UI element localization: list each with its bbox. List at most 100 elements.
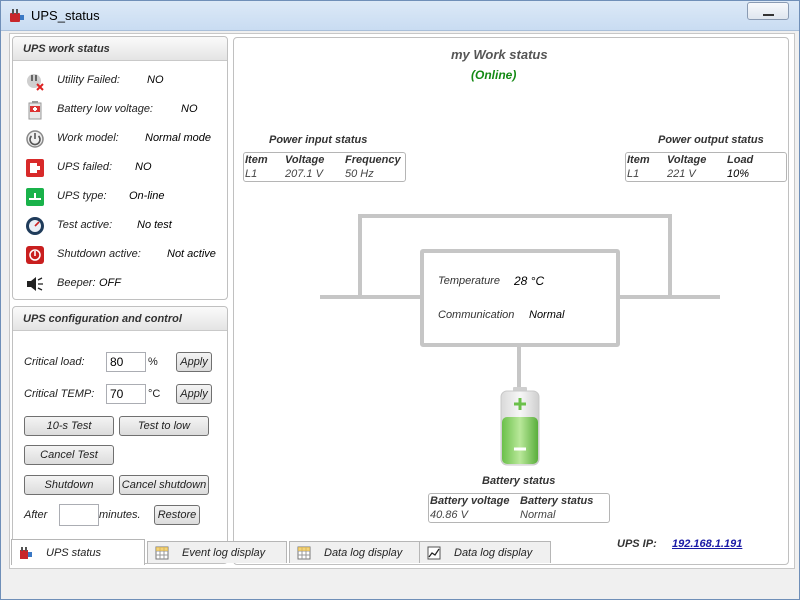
power-icon	[26, 130, 44, 148]
app-window: UPS_status UPS work status Utility Faile…	[0, 0, 800, 600]
shutdown-active-value: Not active	[167, 248, 216, 260]
battery-status-title: Battery status	[482, 475, 556, 487]
plug-icon	[27, 74, 44, 91]
ups-type-value: On-line	[129, 190, 165, 202]
power-input-table: Item Voltage Frequency L1 207.1 V 50 Hz	[243, 152, 406, 182]
ups-tab-icon	[20, 547, 32, 559]
tab-data-log-chart-label: Data log display	[454, 547, 533, 559]
output-cell-load: 10%	[727, 168, 750, 180]
config-header: UPS configuration and control	[13, 307, 227, 331]
status-test-active: Test active: No test	[25, 214, 225, 238]
power-output-title: Power output status	[658, 134, 764, 146]
battery-icon	[500, 387, 540, 466]
power-output-table: Item Voltage Load L1 221 V 10%	[625, 152, 787, 182]
online-status: (Online)	[471, 68, 517, 82]
input-header-item: Item	[245, 154, 268, 166]
input-header-voltage: Voltage	[285, 154, 325, 166]
ten-second-test-button[interactable]: 10-s Test	[24, 416, 114, 436]
ups-type-icon	[26, 188, 44, 206]
apply-load-button[interactable]: Apply	[176, 352, 212, 372]
battery-cell-status: Normal	[520, 509, 556, 521]
tab-bar: UPS status Event log display Data log di…	[11, 539, 791, 567]
communication-value: Normal	[529, 309, 565, 321]
battery-status-table: Battery voltage Battery status 40.86 V N…	[428, 493, 610, 523]
cancel-test-button[interactable]: Cancel Test	[24, 445, 114, 465]
battery-low-value: NO	[181, 103, 198, 115]
test-to-low-button[interactable]: Test to low	[119, 416, 209, 436]
work-status-header: UPS work status	[13, 37, 227, 61]
window-title: UPS_status	[31, 8, 100, 23]
critical-load-label: Critical load:	[24, 356, 85, 368]
utility-failed-value: NO	[147, 74, 164, 86]
tab-ups-status[interactable]: UPS status	[11, 539, 145, 565]
status-beeper: Beeper: OFF	[25, 272, 225, 296]
grid-icon	[297, 546, 311, 560]
speaker-icon	[27, 277, 43, 291]
main-title: my Work status	[451, 47, 548, 62]
status-ups-type: UPS type: On-line	[25, 185, 225, 209]
ups-type-label: UPS type:	[57, 190, 107, 202]
minutes-label: minutes.	[99, 509, 141, 521]
title-bar: UPS_status	[1, 1, 799, 31]
minimize-icon	[763, 14, 774, 16]
status-ups-failed: UPS failed: NO	[25, 156, 225, 180]
shutdown-icon	[26, 246, 44, 264]
flow-line-left	[320, 295, 420, 299]
work-model-value: Normal mode	[145, 132, 212, 144]
app-icon	[10, 9, 24, 22]
cancel-shutdown-button[interactable]: Cancel shutdown	[119, 475, 209, 495]
output-cell-voltage: 221 V	[667, 168, 696, 180]
critical-load-unit: %	[148, 356, 158, 368]
communication-label: Communication	[438, 309, 515, 321]
work-model-label: Work model:	[57, 132, 119, 144]
power-input-title: Power input status	[269, 134, 368, 146]
config-group: UPS configuration and control Critical l…	[12, 306, 228, 564]
critical-temp-label: Critical TEMP:	[24, 388, 95, 400]
tab-data-log-label: Data log display	[324, 547, 403, 559]
temperature-value: 28 °C	[514, 274, 545, 288]
after-label: After	[24, 509, 48, 521]
ups-failed-icon	[26, 159, 44, 177]
input-header-frequency: Frequency	[345, 154, 401, 166]
input-cell-item: L1	[245, 168, 258, 180]
utility-failed-label: Utility Failed:	[57, 74, 120, 86]
ups-failed-value: NO	[135, 161, 152, 173]
output-header-voltage: Voltage	[667, 154, 707, 166]
chart-icon	[427, 546, 441, 560]
critical-temp-unit: °C	[148, 388, 161, 400]
status-work-model: Work model: Normal mode	[25, 127, 225, 151]
output-cell-item: L1	[627, 168, 640, 180]
shutdown-minutes-input[interactable]	[59, 504, 99, 526]
shutdown-button[interactable]: Shutdown	[24, 475, 114, 495]
critical-temp-input[interactable]	[106, 384, 146, 404]
battery-cell-voltage: 40.86 V	[430, 509, 468, 521]
battery-low-label: Battery low voltage:	[57, 103, 153, 115]
tab-data-log-chart[interactable]: Data log display	[419, 541, 551, 563]
battery-header-voltage: Battery voltage	[430, 495, 510, 507]
tab-data-log[interactable]: Data log display	[289, 541, 421, 563]
shutdown-active-label: Shutdown active:	[57, 248, 141, 260]
output-header-item: Item	[627, 154, 650, 166]
restore-button[interactable]: Restore	[154, 505, 200, 525]
battery-header-status: Battery status	[520, 495, 594, 507]
gauge-icon	[26, 217, 44, 235]
bypass-line-right	[668, 214, 672, 297]
input-cell-voltage: 207.1 V	[285, 168, 323, 180]
status-shutdown-active: Shutdown active: Not active	[25, 243, 225, 267]
battery-line	[517, 347, 521, 389]
beeper-label: Beeper:	[57, 277, 96, 289]
minimize-button[interactable]	[747, 2, 789, 20]
beeper-value: OFF	[99, 277, 121, 289]
temperature-label: Temperature	[438, 275, 500, 287]
tab-event-log[interactable]: Event log display	[147, 541, 287, 563]
bypass-line-left	[358, 214, 362, 297]
input-cell-frequency: 50 Hz	[345, 168, 374, 180]
critical-load-input[interactable]	[106, 352, 146, 372]
tab-event-log-label: Event log display	[182, 547, 266, 559]
battery-low-icon	[28, 101, 42, 120]
tab-ups-status-label: UPS status	[46, 547, 102, 559]
work-status-group: UPS work status Utility Failed: NO Batte…	[12, 36, 228, 300]
bypass-line-top	[358, 214, 672, 218]
apply-temp-button[interactable]: Apply	[176, 384, 212, 404]
status-battery-low: Battery low voltage: NO	[25, 98, 225, 122]
